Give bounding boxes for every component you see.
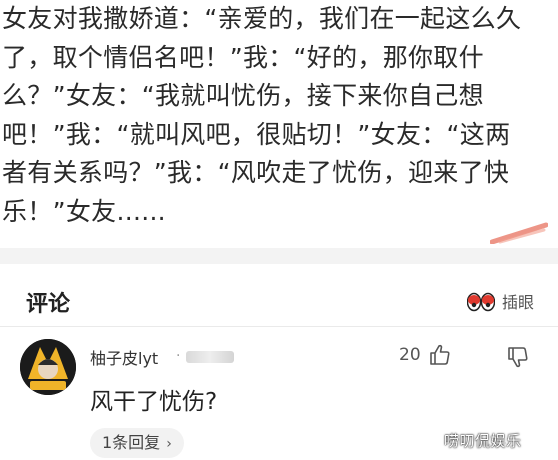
- comment-text: 风干了忧伤?: [90, 389, 218, 415]
- post-content: 女友对我撒娇道：“亲爱的，我们在一起这么久 了，取个情侣名吧！”我：“好的，那你…: [0, 0, 558, 248]
- insert-eye-label[interactable]: 插眼: [502, 289, 534, 313]
- blurred-tag: [186, 351, 234, 363]
- post-text: 女友对我撒娇道：“亲爱的，我们在一起这么久 了，取个情侣名吧！”我：“好的，那你…: [2, 0, 542, 231]
- post-line: 乐！”女友......: [2, 196, 166, 226]
- comment-username[interactable]: 柚子皮lyt: [90, 345, 158, 369]
- comments-header: 评论 插眼: [0, 264, 558, 326]
- post-line: 了，取个情侣名吧！”我：“好的，那你取什: [2, 42, 484, 72]
- thumbs-down-icon[interactable]: [506, 345, 530, 369]
- eyes-icon[interactable]: [467, 292, 495, 312]
- view-replies-button[interactable]: 1条回复 ›: [90, 428, 184, 458]
- avatar[interactable]: [20, 339, 76, 395]
- post-line: 吧！”我：“就叫风吧，很贴切！”女友：“这两: [2, 119, 511, 149]
- comments-title: 评论: [26, 292, 71, 317]
- reply-count-label: 1条回复: [102, 433, 161, 452]
- thumbs-up-icon[interactable]: [428, 343, 452, 367]
- like-count: 20: [399, 345, 421, 365]
- avatar-image-icon: [20, 339, 76, 395]
- watermark: 唠叨侃娱乐: [444, 432, 522, 450]
- post-line: 么？”女友：“我就叫忧伤，接下来你自己想: [2, 81, 484, 110]
- post-line: 女友对我撒娇道：“亲爱的，我们在一起这么久: [2, 4, 522, 33]
- chevron-right-icon: ›: [166, 436, 172, 452]
- post-line: 者有关系吗？”我：“风吹走了忧伤，迎来了快: [2, 158, 510, 187]
- username-dot: ·: [176, 348, 181, 364]
- section-divider: [0, 248, 558, 264]
- decorative-stroke-icon: [490, 222, 548, 244]
